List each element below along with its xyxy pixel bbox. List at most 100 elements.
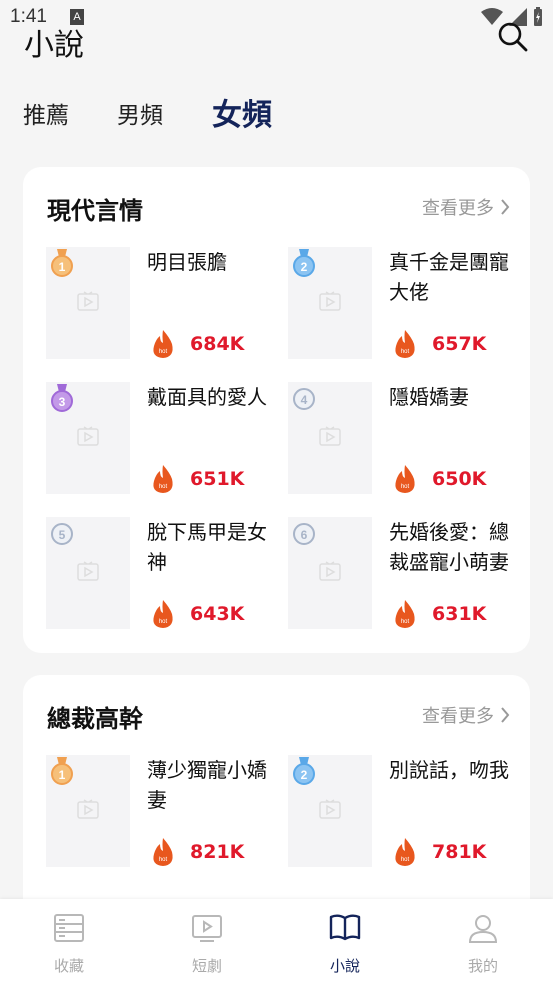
read-count: 684K	[190, 333, 245, 355]
svg-text:4: 4	[301, 393, 308, 407]
placeholder-icon	[319, 799, 341, 819]
read-count: 781K	[432, 841, 487, 863]
rank-badge-icon: 6	[293, 523, 315, 545]
rank-medal-icon: 1	[51, 757, 73, 785]
tab-recommend[interactable]: 推薦	[23, 96, 69, 130]
bottom-nav: 收藏 短劇 小說 我的	[0, 899, 553, 984]
rank-badge-icon: 5	[51, 523, 73, 545]
section-card: 現代言情 查看更多 1 明目張膽 hot 684K 2 真千金是團寵大佬 hot…	[23, 167, 530, 653]
book-item[interactable]: 4 隱婚嬌妻 hot 650K	[288, 382, 528, 496]
hot-flame-icon: hot	[395, 330, 415, 358]
page-title: 小說	[24, 28, 84, 63]
svg-text:hot: hot	[159, 349, 168, 355]
rank-medal-icon: 2	[293, 249, 315, 277]
book-title: 真千金是團寵大佬	[389, 250, 509, 304]
category-tabs: 推薦 男頻 女頻	[0, 88, 553, 138]
svg-text:hot: hot	[159, 857, 168, 863]
rank-medal-icon: 1	[51, 249, 73, 277]
book-item[interactable]: 5 脫下馬甲是女神 hot 643K	[46, 517, 286, 631]
hot-flame-icon: hot	[153, 465, 173, 493]
hot-flame-icon: hot	[395, 838, 415, 866]
rank-medal-icon: 2	[293, 757, 315, 785]
search-icon[interactable]	[496, 20, 530, 54]
placeholder-icon	[77, 291, 99, 311]
placeholder-icon	[319, 426, 341, 446]
video-icon	[192, 915, 222, 942]
hot-flame-icon: hot	[395, 600, 415, 628]
book-title: 薄少獨寵小嬌妻	[147, 758, 267, 812]
book-item[interactable]: 2 真千金是團寵大佬 hot 657K	[288, 247, 528, 361]
tab-female[interactable]: 女頻	[212, 90, 272, 134]
hot-flame-icon: hot	[153, 600, 173, 628]
book-item[interactable]: 3 戴面具的愛人 hot 651K	[46, 382, 286, 496]
see-more-link[interactable]: 查看更多	[422, 702, 510, 728]
book-title: 隱婚嬌妻	[389, 385, 469, 409]
read-count: 657K	[432, 333, 487, 355]
placeholder-icon	[319, 561, 341, 581]
chevron-right-icon	[501, 707, 510, 723]
svg-text:2: 2	[301, 768, 308, 782]
svg-text:hot: hot	[401, 857, 410, 863]
book-cover: 4	[288, 382, 372, 494]
svg-text:1: 1	[59, 260, 66, 274]
read-count: 631K	[432, 603, 487, 625]
section-title: 總裁高幹	[47, 705, 143, 733]
hot-flame-icon: hot	[153, 330, 173, 358]
placeholder-icon	[319, 291, 341, 311]
book-cover: 2	[288, 247, 372, 359]
book-item[interactable]: 1 明目張膽 hot 684K	[46, 247, 286, 361]
book-cover: 5	[46, 517, 130, 629]
book-title: 明目張膽	[147, 250, 227, 274]
svg-text:2: 2	[301, 260, 308, 274]
svg-text:hot: hot	[401, 619, 410, 625]
nav-label: 我的	[467, 957, 498, 975]
placeholder-icon	[77, 561, 99, 581]
book-title: 先婚後愛：總裁盛寵小萌妻	[389, 520, 509, 574]
profile-icon	[468, 915, 498, 943]
svg-text:6: 6	[301, 528, 308, 542]
read-count: 651K	[190, 468, 245, 490]
book-cover: 6	[288, 517, 372, 629]
nav-item-profile[interactable]: 我的	[414, 899, 552, 984]
book-cover: 2	[288, 755, 372, 867]
see-more-label: 查看更多	[422, 198, 494, 219]
tab-male[interactable]: 男頻	[117, 96, 163, 130]
placeholder-icon	[77, 426, 99, 446]
chevron-right-icon	[501, 199, 510, 215]
nav-item-favorites[interactable]: 收藏	[0, 899, 138, 984]
read-count: 643K	[190, 603, 245, 625]
rank-medal-icon: 3	[51, 384, 73, 412]
svg-text:hot: hot	[159, 619, 168, 625]
see-more-link[interactable]: 查看更多	[422, 194, 510, 220]
rank-badge-icon: 4	[293, 388, 315, 410]
book-cover: 1	[46, 755, 130, 867]
hot-flame-icon: hot	[153, 838, 173, 866]
bookshelf-icon	[54, 914, 84, 942]
svg-text:1: 1	[59, 768, 66, 782]
book-title: 脫下馬甲是女神	[147, 520, 267, 574]
book-item[interactable]: 1 薄少獨寵小嬌妻 hot 821K	[46, 755, 286, 869]
read-count: 650K	[432, 468, 487, 490]
hot-flame-icon: hot	[395, 465, 415, 493]
nav-item-short-drama[interactable]: 短劇	[138, 899, 276, 984]
nav-item-novel[interactable]: 小說	[276, 899, 414, 984]
book-item[interactable]: 2 別說話，吻我 hot 781K	[288, 755, 528, 869]
placeholder-icon	[77, 799, 99, 819]
nav-label: 小說	[329, 957, 360, 975]
see-more-label: 查看更多	[422, 706, 494, 727]
book-title: 別說話，吻我	[389, 758, 509, 782]
book-title: 戴面具的愛人	[147, 385, 267, 409]
svg-text:hot: hot	[159, 484, 168, 490]
book-item[interactable]: 6 先婚後愛：總裁盛寵小萌妻 hot 631K	[288, 517, 528, 631]
nav-label: 短劇	[191, 957, 222, 975]
svg-text:hot: hot	[401, 484, 410, 490]
svg-text:3: 3	[59, 395, 66, 409]
book-cover: 1	[46, 247, 130, 359]
section-title: 現代言情	[47, 197, 143, 225]
book-cover: 3	[46, 382, 130, 494]
nav-label: 收藏	[53, 957, 84, 975]
svg-text:5: 5	[59, 528, 66, 542]
app-header: 小說	[0, 14, 553, 64]
read-count: 821K	[190, 841, 245, 863]
book-icon	[329, 914, 361, 941]
